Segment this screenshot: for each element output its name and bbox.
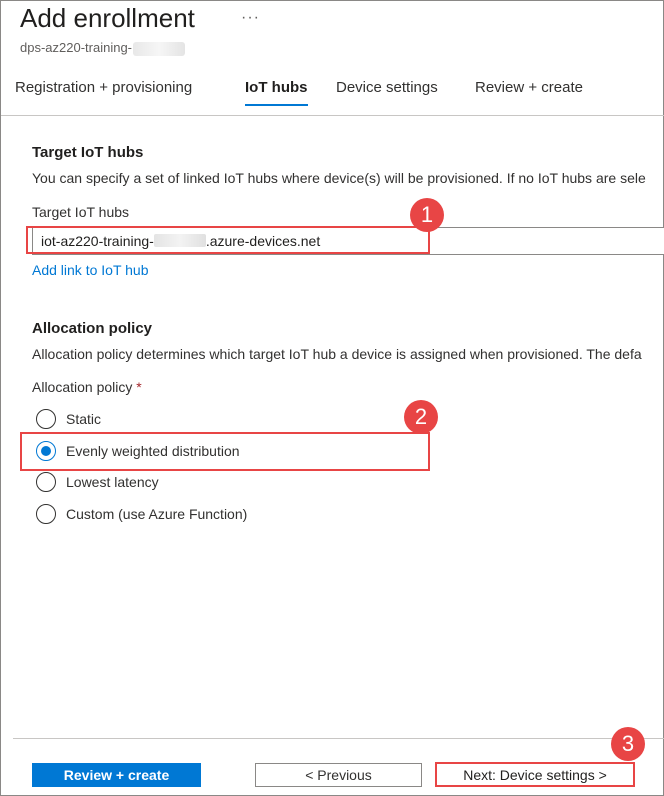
ellipsis-icon[interactable]: ···	[241, 9, 260, 27]
previous-button[interactable]: < Previous	[255, 763, 422, 787]
allocation-label-text: Allocation policy	[32, 379, 133, 395]
required-asterisk: *	[136, 379, 142, 395]
annotation-badge-2: 2	[404, 400, 438, 434]
tab-iot-hubs[interactable]: IoT hubs	[245, 79, 308, 96]
tab-divider	[1, 115, 664, 116]
radio-static[interactable]: Static	[36, 408, 101, 430]
radio-lowest-latency[interactable]: Lowest latency	[36, 471, 159, 493]
redacted-blur	[133, 41, 186, 56]
allocation-heading: Allocation policy	[32, 320, 153, 337]
active-tab-indicator	[245, 104, 308, 106]
radio-button[interactable]	[36, 409, 56, 429]
radio-button[interactable]	[36, 504, 56, 524]
radio-label: Custom (use Azure Function)	[66, 506, 248, 522]
target-hubs-label: Target IoT hubs	[32, 204, 130, 220]
review-create-button[interactable]: Review + create	[32, 763, 201, 787]
tab-review-create[interactable]: Review + create	[475, 79, 583, 96]
allocation-label: Allocation policy *	[32, 379, 142, 395]
add-link-to-iot-hub[interactable]: Add link to IoT hub	[32, 262, 148, 278]
radio-label: Static	[66, 411, 102, 427]
radio-button[interactable]	[36, 472, 56, 492]
target-hubs-description: You can specify a set of linked IoT hubs…	[32, 170, 646, 186]
annotation-box-1	[26, 226, 430, 254]
annotation-box-3	[435, 762, 635, 787]
tab-registration-provisioning[interactable]: Registration + provisioning	[15, 79, 192, 96]
page-subtitle: dps-az220-training-	[20, 40, 186, 56]
footer-divider	[13, 738, 664, 739]
target-hubs-heading: Target IoT hubs	[32, 144, 144, 161]
annotation-badge-1: 1	[410, 198, 444, 232]
annotation-badge-3: 3	[611, 727, 645, 761]
tab-device-settings[interactable]: Device settings	[336, 79, 438, 96]
allocation-description: Allocation policy determines which targe…	[32, 346, 642, 362]
subtitle-text: dps-az220-training-	[20, 40, 133, 55]
annotation-box-2	[20, 432, 430, 471]
page-title: Add enrollment	[20, 3, 195, 33]
radio-custom-azure-function[interactable]: Custom (use Azure Function)	[36, 503, 247, 525]
radio-label: Lowest latency	[66, 474, 159, 490]
